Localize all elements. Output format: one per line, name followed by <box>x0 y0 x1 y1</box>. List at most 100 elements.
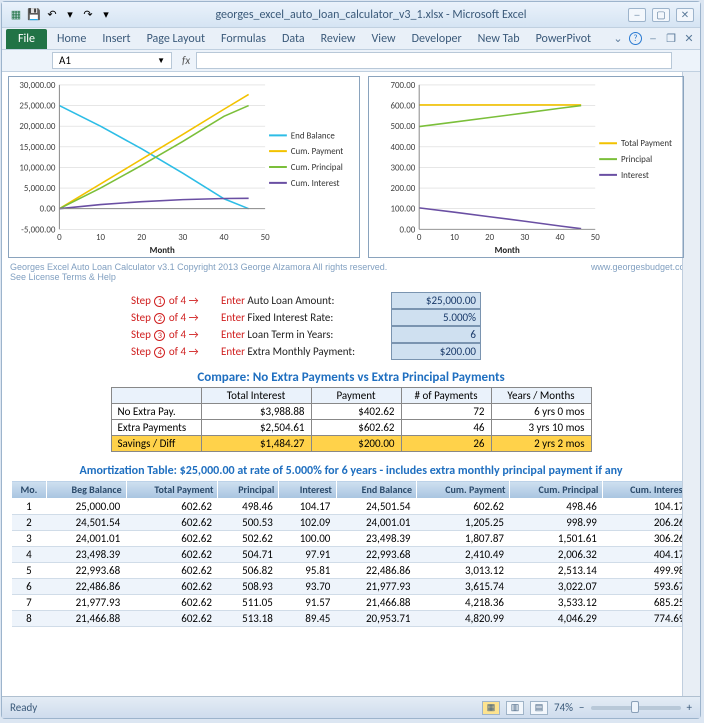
amort-cell: 3,615.74 <box>417 579 510 595</box>
table-row: 522,993.68602.62506.8295.8122,486.863,01… <box>12 563 691 579</box>
svg-text:100.00: 100.00 <box>390 205 415 215</box>
input-value-cell[interactable]: $25,000.00 <box>391 292 481 309</box>
charts-row: -5,000.000.005,000.0010,000.0015,000.002… <box>8 76 694 258</box>
zoom-level[interactable]: 74% <box>554 701 573 714</box>
amort-cell: 3 <box>12 531 47 547</box>
compare-cell: 46 <box>401 420 491 436</box>
amort-header: Cum. Payment <box>417 481 510 499</box>
input-value-cell[interactable]: 6 <box>391 326 481 343</box>
amort-cell: 7 <box>12 595 47 611</box>
input-value-cell[interactable]: 5.000% <box>391 309 481 326</box>
amort-cell: 685.25 <box>603 595 691 611</box>
save-icon[interactable]: 💾 <box>26 7 42 23</box>
view-page-layout-button[interactable]: ▥ <box>506 701 524 715</box>
chart-cumulative[interactable]: -5,000.000.005,000.0010,000.0015,000.002… <box>8 76 360 258</box>
vertical-scrollbar[interactable] <box>682 72 700 696</box>
zoom-in-button[interactable]: + <box>687 701 692 714</box>
qat-dropdown-icon[interactable]: ▾ <box>62 7 78 23</box>
svg-text:30,000.00: 30,000.00 <box>19 81 55 91</box>
website-link[interactable]: www.georgesbudget.com <box>591 262 692 272</box>
svg-text:200.00: 200.00 <box>390 184 415 194</box>
compare-cell: 72 <box>401 404 491 420</box>
tab-review[interactable]: Review <box>313 29 364 49</box>
svg-text:40: 40 <box>556 233 566 243</box>
svg-text:0.00: 0.00 <box>399 225 415 235</box>
amort-cell: 2,513.14 <box>510 563 603 579</box>
name-box[interactable]: A1▼ <box>52 52 172 69</box>
svg-text:Cum. Payment: Cum. Payment <box>291 147 343 157</box>
chevron-down-icon[interactable]: ▼ <box>157 56 165 66</box>
input-value-cell[interactable]: $200.00 <box>391 343 481 360</box>
svg-text:50: 50 <box>591 233 601 243</box>
tab-insert[interactable]: Insert <box>94 29 138 49</box>
minimize-button[interactable]: ─ <box>628 8 646 22</box>
amort-cell: 21,466.88 <box>46 611 126 627</box>
view-page-break-button[interactable]: ▤ <box>530 701 548 715</box>
amort-cell: 602.62 <box>126 611 218 627</box>
doc-close-icon[interactable]: ✕ <box>682 32 696 46</box>
tab-new-tab[interactable]: New Tab <box>470 29 528 49</box>
input-label: Enter Auto Loan Amount: <box>221 294 381 307</box>
tab-powerpivot[interactable]: PowerPivot <box>528 29 599 49</box>
chart-monthly[interactable]: 0.00100.00200.00300.00400.00500.00600.00… <box>368 76 684 258</box>
formula-bar[interactable] <box>196 52 672 69</box>
svg-text:20: 20 <box>485 233 495 243</box>
amort-cell: 23,498.39 <box>46 547 126 563</box>
amort-cell: 508.93 <box>218 579 279 595</box>
doc-minimize-icon[interactable]: ─ <box>646 32 660 46</box>
amort-cell: 602.62 <box>126 595 218 611</box>
status-ready: Ready <box>10 701 37 714</box>
amort-cell: 602.62 <box>126 579 218 595</box>
amort-cell: 89.45 <box>279 611 337 627</box>
compare-cell: $200.00 <box>311 436 401 452</box>
svg-text:10: 10 <box>96 233 106 243</box>
amort-cell: 95.81 <box>279 563 337 579</box>
input-row-1: Step 1 of 4 →Enter Auto Loan Amount:$25,… <box>131 292 571 309</box>
table-row: 622,486.86602.62508.9393.7021,977.933,61… <box>12 579 691 595</box>
tab-formulas[interactable]: Formulas <box>213 29 274 49</box>
doc-restore-icon[interactable]: ❐ <box>664 32 678 46</box>
view-normal-button[interactable]: ▦ <box>482 701 500 715</box>
license-link[interactable]: See License Terms & Help <box>8 272 694 288</box>
amort-cell: 498.46 <box>510 499 603 515</box>
compare-cell: 2 yrs 2 mos <box>491 436 591 452</box>
svg-text:30: 30 <box>178 233 188 243</box>
svg-text:5,000.00: 5,000.00 <box>24 184 56 194</box>
fx-label[interactable]: fx <box>176 54 196 67</box>
tab-data[interactable]: Data <box>274 29 313 49</box>
svg-text:0: 0 <box>417 233 422 243</box>
amort-cell: 1 <box>12 499 47 515</box>
step-label: Step 2 of 4 → <box>131 311 221 325</box>
amort-cell: 24,501.54 <box>336 499 416 515</box>
svg-text:400.00: 400.00 <box>390 143 415 153</box>
amort-cell: 1,205.25 <box>417 515 510 531</box>
svg-text:15,000.00: 15,000.00 <box>19 143 55 153</box>
tab-page-layout[interactable]: Page Layout <box>139 29 213 49</box>
svg-text:50: 50 <box>261 233 271 243</box>
table-row: 125,000.00602.62498.46104.1724,501.54602… <box>12 499 691 515</box>
help-icon[interactable]: ? <box>629 32 642 45</box>
close-button[interactable]: ✕ <box>676 8 694 22</box>
amort-cell: 506.82 <box>218 563 279 579</box>
amort-cell: 21,466.88 <box>336 595 416 611</box>
zoom-out-button[interactable]: − <box>579 701 584 714</box>
maximize-button[interactable]: ▢ <box>652 8 670 22</box>
table-row: 324,001.01602.62502.62100.0023,498.391,8… <box>12 531 691 547</box>
amort-cell: 100.00 <box>279 531 337 547</box>
zoom-slider[interactable] <box>591 706 681 710</box>
redo-icon[interactable]: ↷ <box>80 7 96 23</box>
worksheet-area: -5,000.000.005,000.0010,000.0015,000.002… <box>2 72 700 696</box>
compare-title: Compare: No Extra Payments vs Extra Prin… <box>8 370 694 385</box>
qat-customize-icon[interactable]: ▾ <box>98 7 114 23</box>
input-label: Enter Fixed Interest Rate: <box>221 311 381 324</box>
step-label: Step 3 of 4 → <box>131 328 221 342</box>
svg-text:Interest: Interest <box>621 171 649 181</box>
tab-view[interactable]: View <box>364 29 404 49</box>
undo-icon[interactable]: ↶ <box>44 7 60 23</box>
compare-cell: 26 <box>401 436 491 452</box>
ribbon-dropdown-icon[interactable]: ⌄ <box>611 32 625 46</box>
tab-home[interactable]: Home <box>49 29 94 49</box>
tab-developer[interactable]: Developer <box>404 29 470 49</box>
svg-text:Month: Month <box>495 246 520 256</box>
file-tab[interactable]: File <box>6 29 47 49</box>
